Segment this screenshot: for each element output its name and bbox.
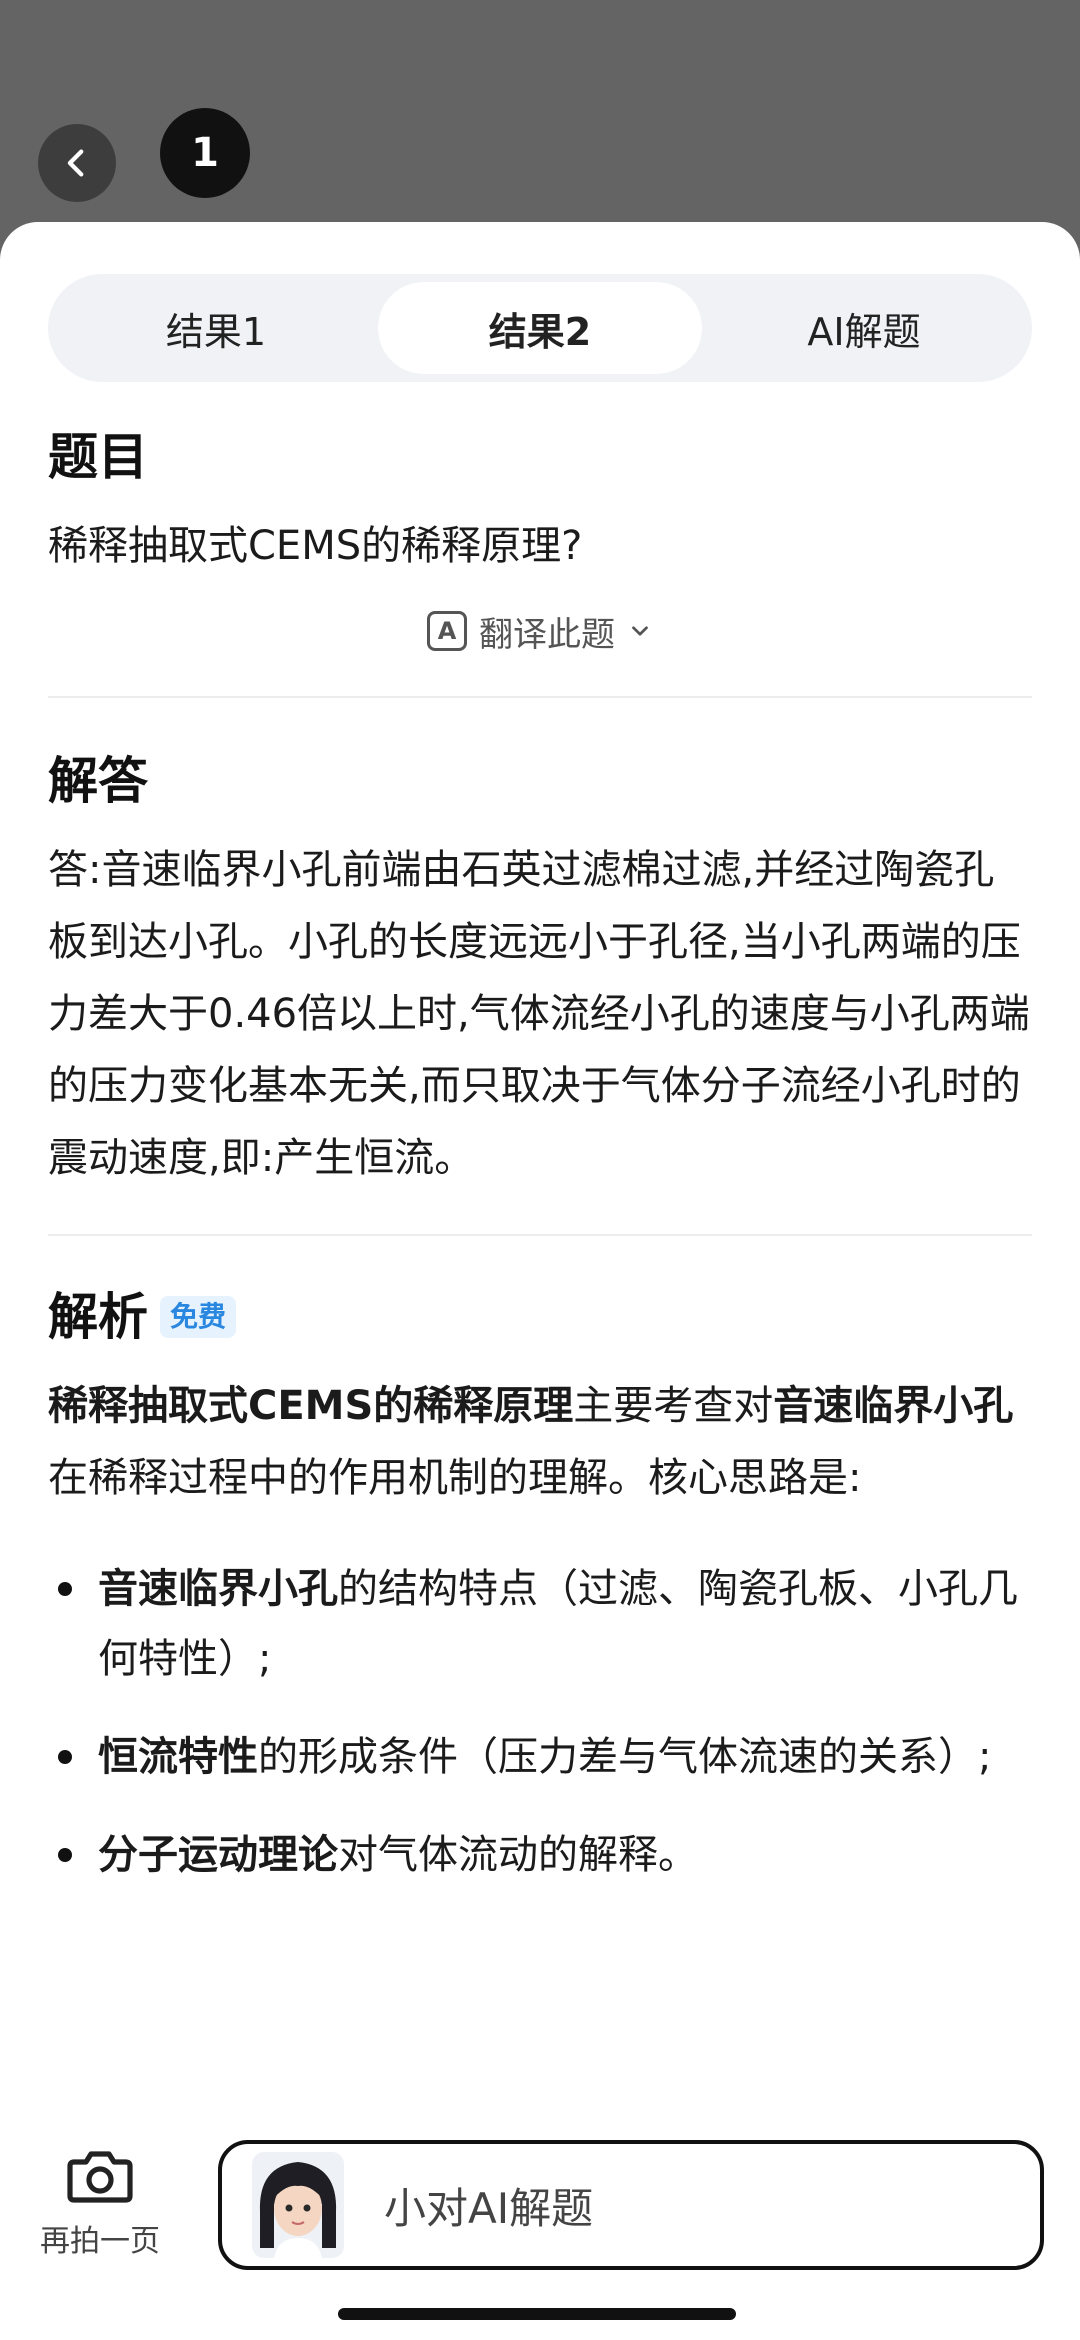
top-overlay: 1	[0, 0, 1080, 230]
ai-solve-label: 小对AI解题	[384, 2183, 594, 2233]
home-indicator	[338, 2308, 736, 2320]
tab-result-1[interactable]: 结果1	[54, 282, 378, 374]
ai-solve-button[interactable]: 小对AI解题	[218, 2140, 1044, 2270]
question-section: 题目 稀释抽取式CEMS的稀释原理? A 翻译此题	[48, 422, 1032, 698]
result-tabs: 结果1 结果2 AI解题	[48, 274, 1032, 382]
tab-ai-solve[interactable]: AI解题	[702, 282, 1026, 374]
analysis-title: 解析	[48, 1288, 148, 1346]
answer-title: 解答	[48, 752, 148, 810]
answer-text: 答:音速临界小孔前端由石英过滤棉过滤,并经过陶瓷孔板到达小孔。小孔的长度远远小于…	[48, 847, 1030, 1181]
analysis-bullets: 音速临界小孔的结构特点（过滤、陶瓷孔板、小孔几何特性）; 恒流特性的形成条件（压…	[48, 1554, 1032, 1890]
question-title: 题目	[48, 428, 148, 486]
chevron-down-icon	[632, 626, 648, 636]
intro-end: 在稀释过程中的作用机制的理解。核心思路是:	[48, 1455, 862, 1501]
translate-icon: A	[427, 611, 467, 651]
intro-bold-1: 稀释抽取式CEMS的稀释原理	[48, 1383, 574, 1429]
translate-button[interactable]: A 翻译此题	[48, 606, 1032, 656]
reshoot-label: 再拍一页	[40, 2224, 160, 2259]
content-area: 题目 稀释抽取式CEMS的稀释原理? A 翻译此题 解答 答:音速临界小孔前端由…	[48, 422, 1032, 1918]
analysis-intro: 稀释抽取式CEMS的稀释原理主要考查对音速临界小孔在稀释过程中的作用机制的理解。…	[48, 1370, 1032, 1514]
back-button[interactable]	[38, 124, 116, 202]
reshoot-button[interactable]: 再拍一页	[30, 2146, 170, 2286]
list-item: 分子运动理论对气体流动的解释。	[48, 1820, 1032, 1890]
tab-result-2[interactable]: 结果2	[378, 282, 702, 374]
analysis-section: 解析 免费 稀释抽取式CEMS的稀释原理主要考查对音速临界小孔在稀释过程中的作用…	[48, 1282, 1032, 1890]
chevron-left-icon	[67, 149, 84, 177]
bullet-bold: 音速临界小孔	[98, 1566, 338, 1612]
result-sheet: 结果1 结果2 AI解题 题目 稀释抽取式CEMS的稀释原理? A 翻译此题 解…	[0, 222, 1080, 2340]
list-item: 恒流特性的形成条件（压力差与气体流速的关系）;	[48, 1722, 1032, 1792]
ai-avatar	[252, 2152, 344, 2258]
question-text: 稀释抽取式CEMS的稀释原理?	[48, 523, 583, 569]
answer-section: 解答 答:音速临界小孔前端由石英过滤棉过滤,并经过陶瓷孔板到达小孔。小孔的长度远…	[48, 746, 1032, 1236]
camera-icon	[67, 2151, 133, 2203]
bullet-bold: 恒流特性	[98, 1734, 258, 1780]
bullet-bold: 分子运动理论	[98, 1832, 338, 1878]
divider	[48, 1234, 1032, 1236]
list-item: 音速临界小孔的结构特点（过滤、陶瓷孔板、小孔几何特性）;	[48, 1554, 1032, 1694]
bullet-text: 对气体流动的解释。	[338, 1832, 698, 1878]
divider	[48, 696, 1032, 698]
bottom-bar: 再拍一页 小对AI解题	[0, 2118, 1080, 2340]
intro-mid: 主要考查对	[573, 1383, 774, 1429]
translate-label: 翻译此题	[479, 614, 615, 655]
intro-bold-2: 音速临界小孔	[773, 1383, 1014, 1429]
analysis-header: 解析 免费	[48, 1282, 1032, 1352]
bullet-text: 的形成条件（压力差与气体流速的关系）;	[258, 1734, 992, 1780]
free-badge: 免费	[160, 1296, 237, 1338]
page-number-badge[interactable]: 1	[160, 108, 250, 198]
